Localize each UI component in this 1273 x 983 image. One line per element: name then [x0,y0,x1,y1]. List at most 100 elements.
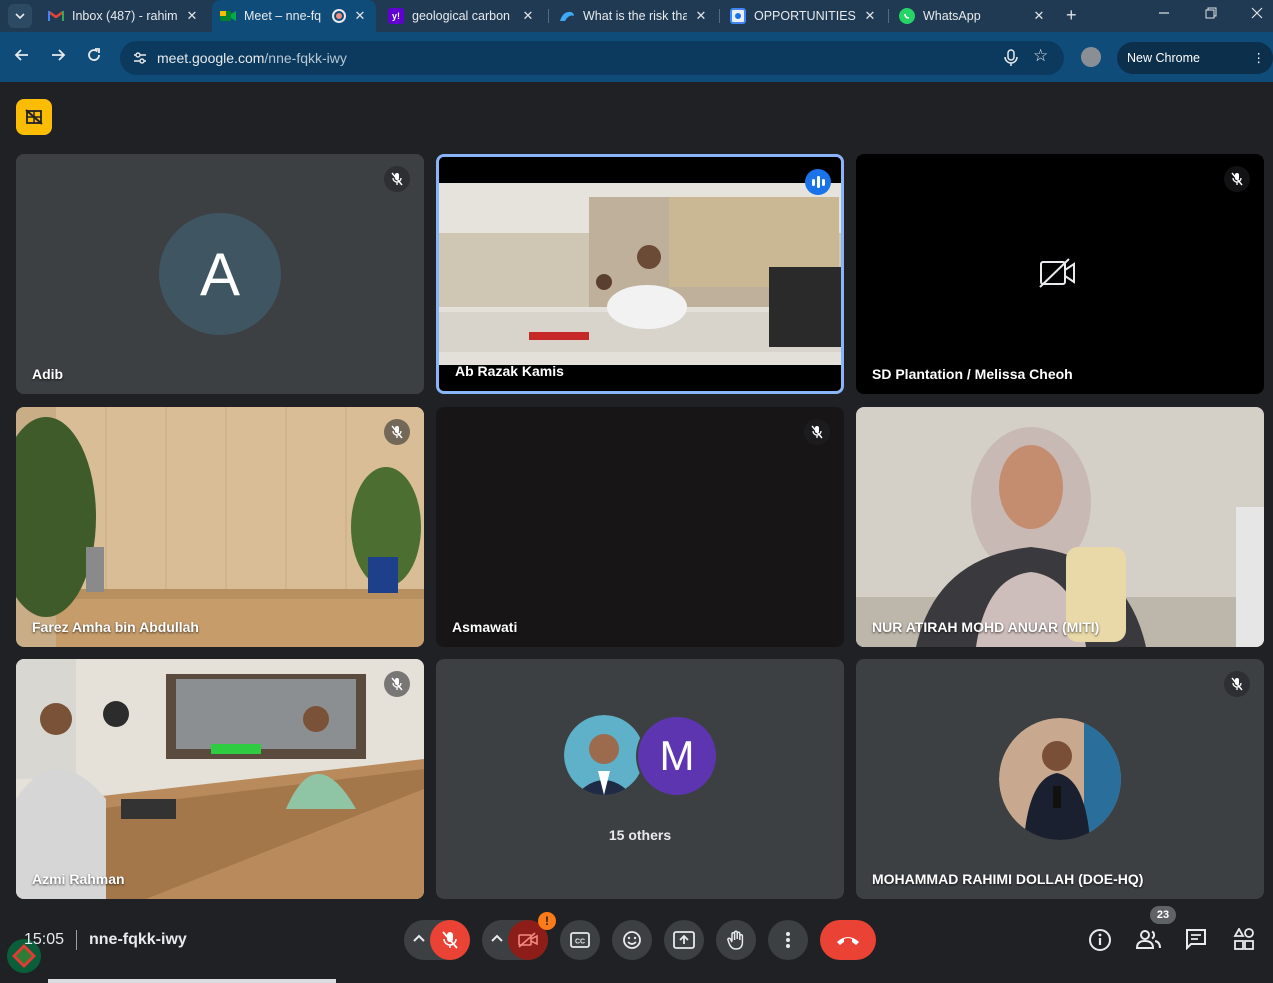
tab-title: OPPORTUNITIES F [754,9,856,23]
participant-tile[interactable]: Farez Amha bin Abdullah [16,407,424,647]
leave-call-button[interactable] [820,920,876,960]
participant-tile[interactable]: SD Plantation / Melissa Cheoh [856,154,1264,394]
avatar: M [636,715,718,797]
shapes-icon [1233,927,1254,950]
meeting-clock: 15:05 [24,931,65,948]
present-screen-button[interactable] [664,920,704,960]
minimize-icon [1159,12,1169,14]
site-settings-icon[interactable] [132,50,148,66]
back-arrow-icon [14,49,28,61]
reload-icon [88,48,100,61]
tab-title: What is the risk tha [583,9,687,23]
video-options-button[interactable]: ! [482,912,556,960]
close-icon [1251,7,1263,19]
tab-title: Inbox (487) - rahim [72,9,178,23]
video-feed [439,157,841,391]
whatsapp-icon [899,8,915,24]
svg-text:CC: CC [575,939,585,946]
tab-copilot[interactable]: What is the risk tha ✕ [551,0,717,32]
video-feed [16,659,424,899]
restore-icon [1205,7,1217,19]
tab-title: Meet – nne-fq [244,9,322,23]
captions-button[interactable]: CC [560,920,600,960]
more-vertical-icon [786,932,790,948]
audio-options-button[interactable] [404,920,470,960]
new-tab-button[interactable]: + [1066,5,1077,26]
url-host: meet.google.com [157,50,265,66]
camera-off-icon [518,932,538,948]
people-button[interactable] [1135,928,1162,955]
profile-avatar[interactable] [1081,47,1101,67]
meeting-details-button[interactable] [1088,928,1112,957]
emoji-icon [623,931,641,949]
participant-photo-avatar [999,718,1121,840]
participant-name: NUR ATIRAH MOHD ANUAR (MITI) [872,619,1100,635]
chat-icon [1186,929,1206,951]
tab-whatsapp[interactable]: WhatsApp ✕ [891,0,1055,32]
raise-hand-button[interactable] [716,920,756,960]
tab-opportunities[interactable]: OPPORTUNITIES F ✕ [722,0,886,32]
gmail-icon [48,8,64,24]
close-tab-icon[interactable]: ✕ [1031,8,1047,24]
close-tab-icon[interactable]: ✕ [352,8,368,24]
microphone-icon[interactable] [1004,49,1018,67]
activities-button[interactable] [1233,927,1255,955]
tab-search-button[interactable] [8,4,32,28]
reactions-button[interactable] [612,920,652,960]
hang-up-icon [837,937,859,945]
restore-button[interactable] [1205,6,1217,22]
chat-button[interactable] [1185,928,1207,955]
participant-tile[interactable]: A Adib [16,154,424,394]
participant-tile[interactable]: Ab Razak Kamis [436,154,844,394]
hidden-tiles-button[interactable] [16,99,52,135]
url-text[interactable]: meet.google.com/nne-fqkk-iwy [157,50,347,66]
minimize-button[interactable] [1158,6,1170,22]
avatar: A [159,213,281,335]
tab-separator [719,9,720,23]
browser-toolbar: meet.google.com/nne-fqkk-iwy ☆ New Chrom… [0,32,1273,97]
close-window-button[interactable] [1251,6,1263,22]
tab-meet[interactable]: Meet – nne-fq ✕ [212,0,376,32]
reload-button[interactable] [86,47,102,68]
more-options-button[interactable] [768,920,808,960]
participant-tile[interactable]: MOHAMMAD RAHIMI DOLLAH (DOE-HQ) [856,659,1264,899]
participant-name: Azmi Rahman [32,871,125,887]
tab-separator [548,9,549,23]
participant-name: SD Plantation / Melissa Cheoh [872,366,1073,382]
participant-name: Asmawati [452,619,518,635]
info-icon [1089,929,1111,951]
close-tab-icon[interactable]: ✕ [862,8,878,24]
horizontal-scrollbar[interactable] [48,979,336,983]
back-button[interactable] [14,47,30,68]
meet-stage: A Adib Ab Razak Kamis SD Plantation / Me… [0,82,1273,983]
tab-yahoo[interactable]: y! geological carbon ✕ [380,0,544,32]
tab-gmail[interactable]: Inbox (487) - rahim ✕ [40,0,208,32]
others-tile[interactable]: M 15 others [436,659,844,899]
address-bar[interactable]: meet.google.com/nne-fqkk-iwy ☆ [120,41,1064,75]
participant-tile[interactable]: Asmawati [436,407,844,647]
camera-off-icon [1039,258,1075,288]
site-icon [730,8,746,24]
close-tab-icon[interactable]: ✕ [693,8,709,24]
participant-name: MOHAMMAD RAHIMI DOLLAH (DOE-HQ) [872,871,1144,887]
chevron-down-icon [15,13,25,20]
mic-off-icon [384,671,410,697]
mic-toggle-button[interactable] [430,920,470,960]
forward-button[interactable] [50,47,66,68]
mic-off-icon [384,419,410,445]
video-feed [856,407,1264,647]
meeting-code: nne-fqkk-iwy [89,931,187,948]
participant-tile[interactable]: NUR ATIRAH MOHD ANUAR (MITI) [856,407,1264,647]
close-tab-icon[interactable]: ✕ [520,8,536,24]
speaking-indicator-icon [805,169,831,195]
participant-tile[interactable]: Azmi Rahman [16,659,424,899]
camera-toggle-button[interactable]: ! [508,912,556,960]
more-vertical-icon: ⋮ [1252,51,1266,65]
closed-captions-icon: CC [570,932,590,948]
present-icon [673,931,695,949]
video-feed [16,407,424,647]
bookmark-star-icon[interactable]: ☆ [1033,46,1048,66]
tab-title: geological carbon [412,9,510,23]
chrome-update-button[interactable]: New Chrome available ⋮ [1117,42,1273,97]
close-tab-icon[interactable]: ✕ [184,8,200,24]
